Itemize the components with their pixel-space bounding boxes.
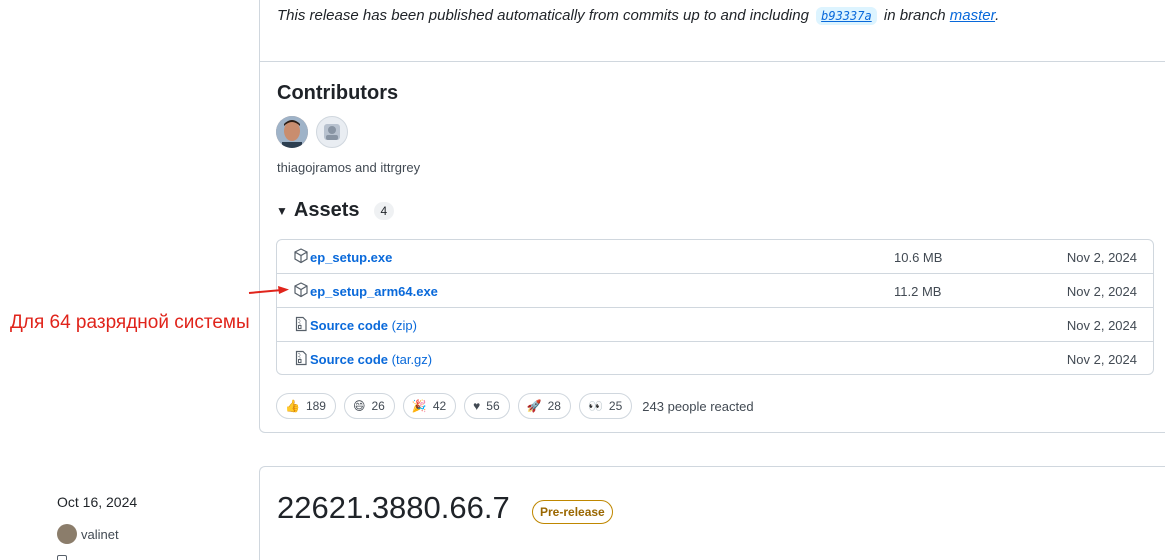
release-tag bbox=[57, 553, 75, 560]
asset-row: ep_setup_arm64.exe 11.2 MB Nov 2, 2024 bbox=[277, 274, 1153, 308]
tag-icon bbox=[57, 555, 67, 560]
reaction-count: 26 bbox=[371, 399, 385, 413]
published-text: This release has been published automati… bbox=[277, 7, 809, 24]
asset-name[interactable]: Source code bbox=[310, 318, 388, 333]
reaction-thumbs-up[interactable]: 👍 189 bbox=[276, 393, 336, 419]
asset-name[interactable]: Source code bbox=[310, 352, 388, 367]
assets-list: ep_setup.exe 10.6 MB Nov 2, 2024 ep_setu… bbox=[276, 239, 1154, 375]
reaction-eyes[interactable]: 👀 25 bbox=[578, 393, 633, 419]
asset-date: Nov 2, 2024 bbox=[1066, 284, 1137, 299]
asset-ext[interactable]: (zip) bbox=[392, 318, 417, 333]
asset-size: 10.6 MB bbox=[894, 250, 943, 265]
contributors-list: thiagojramos and ittrgrey bbox=[277, 160, 421, 175]
asset-link[interactable]: Source code (tar.gz) bbox=[310, 352, 432, 367]
thumbs-up-icon: 👍 bbox=[285, 399, 300, 413]
tada-icon: 🎉 bbox=[411, 399, 427, 413]
release-title[interactable]: 22621.3880.66.7 bbox=[277, 490, 510, 526]
eyes-icon: 👀 bbox=[587, 399, 603, 413]
commit-link[interactable]: b93337a bbox=[816, 7, 877, 25]
reactions-summary: 243 people reacted bbox=[642, 398, 754, 414]
avatar[interactable] bbox=[316, 116, 348, 148]
assets-toggle[interactable]: ▼ Assets 4 bbox=[276, 199, 395, 222]
annotation-label: Для 64 разрядной системы bbox=[10, 312, 250, 333]
package-icon bbox=[294, 282, 308, 298]
prerelease-badge: Pre-release bbox=[532, 500, 613, 524]
reactions-bar: 👍 189 😄 26 🎉 42 ♥ 56 🚀 28 👀 25 243 people reac… bbox=[276, 393, 754, 419]
author-name[interactable]: valinet bbox=[81, 527, 119, 542]
reaction-count: 189 bbox=[305, 399, 326, 413]
asset-date: Nov 2, 2024 bbox=[1066, 318, 1137, 333]
arrow-right-icon bbox=[248, 286, 289, 294]
reaction-tada[interactable]: 🎉 42 bbox=[402, 393, 457, 419]
asset-name[interactable]: ep_setup.exe bbox=[310, 250, 392, 265]
assets-count-badge: 4 bbox=[373, 201, 395, 220]
asset-date: Nov 2, 2024 bbox=[1066, 352, 1137, 367]
asset-link[interactable]: ep_setup_arm64.exe bbox=[310, 284, 438, 299]
reaction-count: 25 bbox=[608, 399, 623, 413]
asset-link[interactable]: Source code (zip) bbox=[310, 318, 417, 333]
reaction-smile[interactable]: 😄 26 bbox=[343, 393, 395, 419]
asset-ext[interactable]: (tar.gz) bbox=[392, 352, 432, 367]
asset-link[interactable]: ep_setup.exe bbox=[310, 250, 392, 265]
reaction-count: 56 bbox=[486, 399, 500, 413]
asset-name[interactable]: ep_setup_arm64.exe bbox=[310, 284, 438, 299]
avatar bbox=[57, 524, 77, 544]
reaction-heart[interactable]: ♥ 56 bbox=[464, 393, 510, 419]
asset-row: Source code (tar.gz) Nov 2, 2024 bbox=[277, 342, 1153, 374]
contributors-heading: Contributors bbox=[277, 82, 399, 104]
rocket-icon: 🚀 bbox=[526, 399, 542, 413]
reaction-rocket[interactable]: 🚀 28 bbox=[517, 393, 571, 419]
reaction-count: 42 bbox=[432, 399, 447, 413]
release-date: Oct 16, 2024 bbox=[57, 494, 138, 510]
asset-size: 11.2 MB bbox=[894, 284, 942, 299]
asset-row: Source code (zip) Nov 2, 2024 bbox=[277, 308, 1153, 342]
branch-link[interactable]: master bbox=[950, 7, 995, 24]
asset-row: ep_setup.exe 10.6 MB Nov 2, 2024 bbox=[277, 240, 1153, 274]
branch-suffix: . bbox=[995, 7, 1000, 24]
asset-date: Nov 2, 2024 bbox=[1066, 250, 1137, 265]
smile-icon: 😄 bbox=[352, 399, 366, 413]
caret-down-icon: ▼ bbox=[276, 203, 288, 218]
assets-heading: Assets bbox=[293, 199, 360, 221]
file-zip-icon bbox=[295, 350, 307, 366]
reaction-count: 28 bbox=[547, 399, 561, 413]
published-note: This release has been published automati… bbox=[277, 7, 999, 25]
avatar[interactable] bbox=[276, 116, 308, 148]
branch-prefix: in branch bbox=[883, 7, 946, 24]
release-author[interactable]: valinet bbox=[57, 524, 119, 544]
heart-icon: ♥ bbox=[473, 399, 481, 413]
file-zip-icon bbox=[295, 316, 307, 332]
package-icon bbox=[294, 248, 308, 264]
divider bbox=[260, 61, 1165, 62]
